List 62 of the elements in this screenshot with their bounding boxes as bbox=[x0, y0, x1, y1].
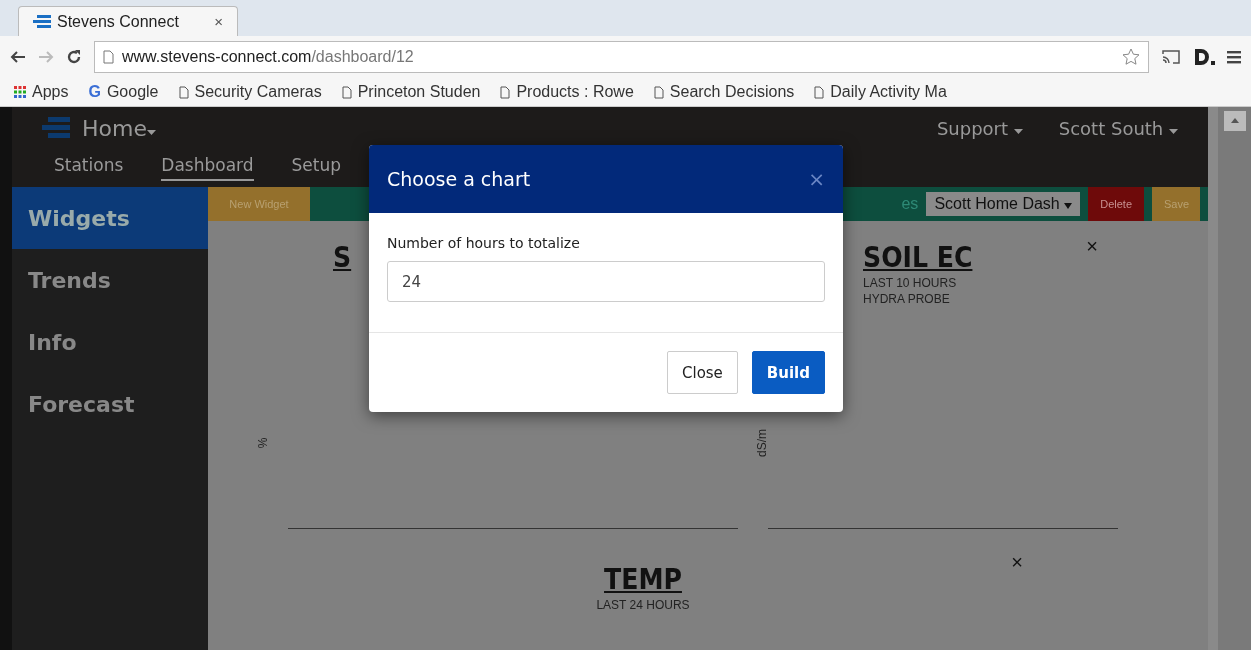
close-button[interactable]: × bbox=[1086, 235, 1098, 258]
scroll-up-icon[interactable] bbox=[1223, 111, 1246, 131]
bookmark[interactable]: Apps bbox=[14, 83, 69, 101]
caret-icon bbox=[146, 129, 156, 136]
build-button[interactable]: Build bbox=[751, 351, 825, 394]
widget-subtitle: HYDRA PROBE bbox=[863, 292, 950, 306]
header-menu[interactable]: Scott South bbox=[1058, 117, 1178, 139]
page-icon bbox=[178, 85, 189, 99]
browser-tab[interactable]: Stevens Connect × bbox=[18, 6, 238, 36]
axis-label: % bbox=[256, 437, 271, 449]
cast-icon[interactable] bbox=[1161, 49, 1181, 65]
star-icon[interactable] bbox=[1122, 48, 1140, 66]
widget-subtitle: LAST 10 HOURS bbox=[863, 276, 957, 290]
bookmark[interactable]: Security Cameras bbox=[178, 83, 322, 101]
bookmark[interactable]: Products : Rowe bbox=[500, 83, 634, 101]
nav-tab[interactable]: Dashboard bbox=[161, 155, 254, 181]
bookmark[interactable]: Daily Activity Ma bbox=[814, 83, 947, 101]
widget-title: TEMP bbox=[604, 563, 682, 596]
dashboard-select[interactable]: Scott Home Dash bbox=[926, 192, 1081, 216]
input-field[interactable]: 24 bbox=[387, 261, 825, 302]
page-icon bbox=[500, 85, 511, 99]
dashboards-label: es bbox=[901, 195, 919, 213]
scrollbar[interactable] bbox=[1208, 107, 1251, 650]
menu-icon[interactable] bbox=[1227, 50, 1241, 64]
home-menu[interactable]: Home bbox=[82, 115, 156, 141]
bookmark[interactable]: Princeton Studen bbox=[341, 83, 481, 101]
widget-title: SOIL EC bbox=[863, 241, 973, 274]
stripes-logo-icon bbox=[33, 14, 51, 29]
close-button[interactable]: × bbox=[1011, 551, 1023, 574]
sidebar-item[interactable]: Trends bbox=[12, 249, 208, 311]
nav-tab[interactable]: Setup bbox=[291, 155, 341, 181]
page-icon bbox=[341, 85, 352, 99]
bookmark[interactable]: G Google bbox=[88, 83, 159, 101]
close-icon[interactable]: × bbox=[808, 167, 825, 191]
close-button[interactable]: Close bbox=[667, 351, 738, 394]
sidebar-item[interactable]: Info bbox=[12, 311, 208, 373]
sidebar-item[interactable]: Widgets bbox=[12, 187, 208, 249]
page-icon bbox=[653, 85, 664, 99]
caret-icon bbox=[1169, 128, 1178, 135]
sidebar-item[interactable]: Forecast bbox=[12, 373, 208, 435]
bookmark[interactable]: Search Decisions bbox=[653, 83, 795, 101]
axis-label: dS/m bbox=[755, 429, 769, 457]
caret-icon bbox=[1064, 203, 1073, 209]
page-icon bbox=[103, 50, 114, 64]
tab-close-button[interactable]: × bbox=[214, 13, 223, 30]
address-bar[interactable]: www.stevens-connect.com/dashboard/12 bbox=[94, 41, 1149, 73]
caret-icon bbox=[1013, 128, 1023, 135]
widget-subtitle: LAST 24 HOURS bbox=[596, 598, 690, 612]
widget-title: S bbox=[333, 241, 352, 274]
back-arrow-icon[interactable] bbox=[10, 50, 26, 64]
field-label: Number of hours to totalize bbox=[387, 235, 581, 251]
google-g-icon: G bbox=[88, 83, 101, 101]
modal-title: Choose a chart bbox=[387, 168, 531, 190]
stripes-logo-icon bbox=[42, 117, 70, 139]
d-extension-icon[interactable] bbox=[1193, 48, 1215, 66]
nav-tab[interactable]: Stations bbox=[54, 155, 124, 181]
delete-button[interactable]: Delete bbox=[1088, 187, 1144, 221]
apps-grid-icon bbox=[14, 86, 26, 98]
page-icon bbox=[814, 85, 825, 99]
reload-icon[interactable] bbox=[66, 49, 82, 65]
tab-title: Stevens Connect bbox=[57, 12, 179, 31]
header-menu[interactable]: Support bbox=[936, 117, 1023, 139]
